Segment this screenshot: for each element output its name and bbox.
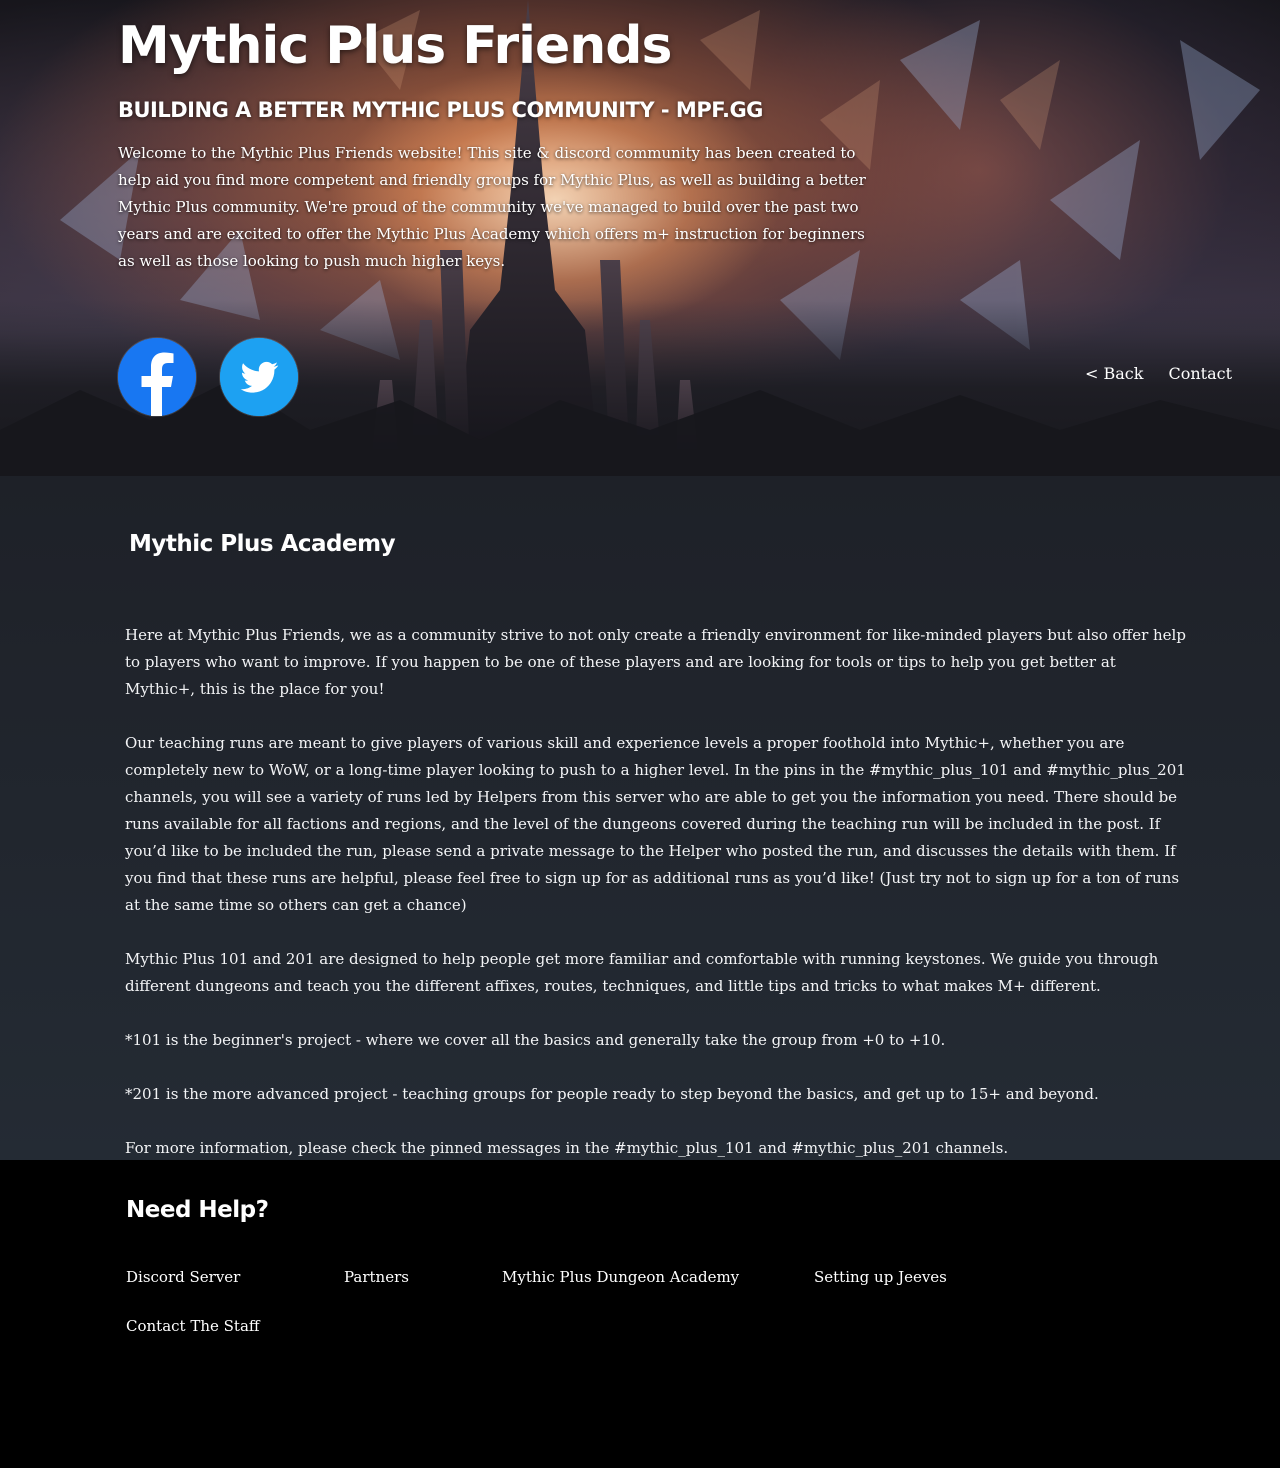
footer-link-partners[interactable]: Partners (344, 1266, 409, 1288)
hero-content: Mythic Plus Friends BUILDING A BETTER MY… (118, 0, 878, 275)
site-tagline: BUILDING A BETTER MYTHIC PLUS COMMUNITY … (118, 98, 763, 122)
paragraph-101: *101 is the beginner's project - where w… (125, 1031, 946, 1049)
twitter-link[interactable] (220, 338, 298, 416)
intro-text: Welcome to the Mythic Plus Friends websi… (118, 144, 866, 270)
hero-banner: Mythic Plus Friends BUILDING A BETTER MY… (0, 0, 1280, 476)
section-title: Mythic Plus Academy (129, 531, 396, 557)
paragraph-more-info: For more information, please check the p… (125, 1139, 1009, 1157)
paragraph-101-201: Mythic Plus 101 and 201 are designed to … (125, 950, 1159, 995)
footer: Need Help? Discord Server Partners Mythi… (0, 1160, 1280, 1468)
academy-body: Here at Mythic Plus Friends, we as a com… (125, 560, 1187, 1162)
footer-link-discord[interactable]: Discord Server (126, 1266, 240, 1288)
paragraph-teaching-runs: Our teaching runs are meant to give play… (125, 734, 1186, 914)
footer-link-jeeves[interactable]: Setting up Jeeves (814, 1266, 947, 1288)
twitter-icon (220, 338, 298, 416)
academy-section: Mythic Plus Academy Here at Mythic Plus … (0, 476, 1280, 1160)
footer-link-academy[interactable]: Mythic Plus Dungeon Academy (502, 1266, 739, 1288)
paragraph-intro: Here at Mythic Plus Friends, we as a com… (125, 626, 1186, 698)
footer-title: Need Help? (126, 1197, 269, 1223)
facebook-icon (118, 338, 196, 416)
social-links (118, 338, 298, 416)
contact-link[interactable]: Contact (1168, 364, 1232, 383)
site-title: Mythic Plus Friends (118, 16, 672, 76)
hero-nav: < Back Contact (1085, 364, 1232, 383)
back-link[interactable]: < Back (1085, 364, 1143, 383)
footer-link-staff[interactable]: Contact The Staff (126, 1315, 260, 1337)
facebook-link[interactable] (118, 338, 196, 416)
paragraph-201: *201 is the more advanced project - teac… (125, 1085, 1099, 1103)
